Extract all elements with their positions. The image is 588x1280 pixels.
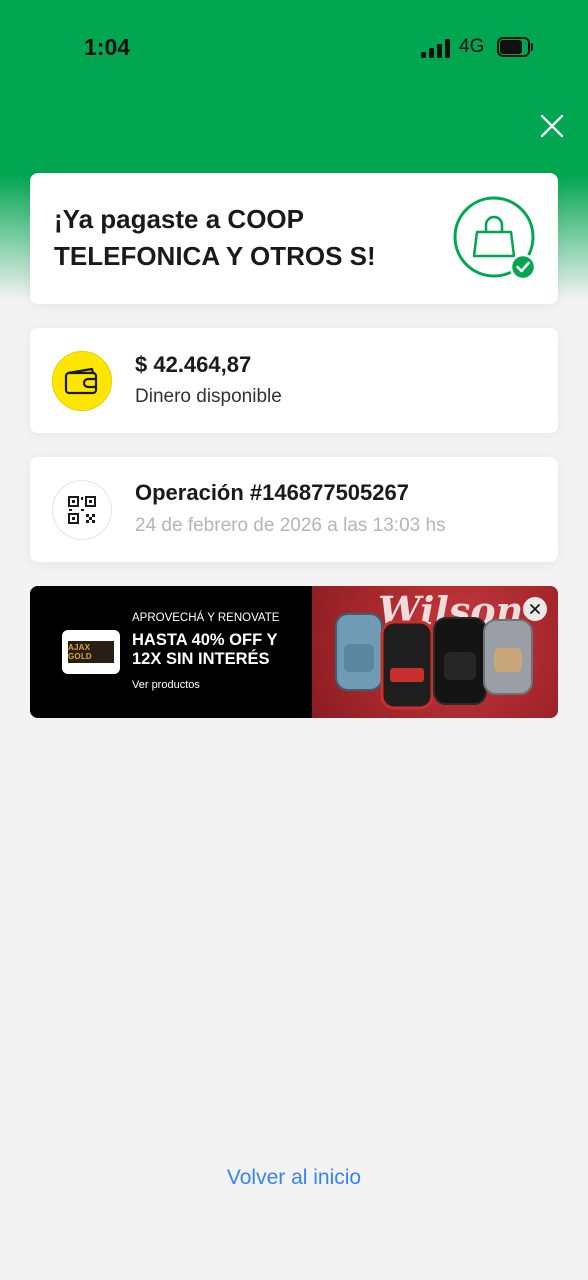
- banner-eyebrow: APROVECHÁ Y RENOVATE: [132, 612, 280, 624]
- banner-product-image: Wilson: [312, 586, 558, 718]
- operation-number: Operación #146877505267: [135, 480, 409, 505]
- banner-close-button[interactable]: [523, 597, 547, 621]
- brand-logo: AJAX GOLD: [62, 630, 120, 674]
- banner-text-panel: AJAX GOLD APROVECHÁ Y RENOVATE HASTA 40%…: [30, 586, 312, 718]
- brand-logo-text: AJAX GOLD: [68, 643, 92, 661]
- balance-amount: $ 42.464,87: [135, 352, 252, 377]
- battery-icon: [497, 37, 533, 57]
- wallet-icon: [52, 351, 112, 411]
- status-time: 1:04: [84, 34, 131, 60]
- promo-banner[interactable]: AJAX GOLD APROVECHÁ Y RENOVATE HASTA 40%…: [30, 586, 558, 718]
- operation-card[interactable]: Operación #146877505267 24 de febrero de…: [30, 457, 558, 562]
- success-title: ¡Ya pagaste a COOP TELEFONICA Y OTROS S!: [54, 204, 376, 271]
- banner-headline: HASTA 40% OFF Y 12X SIN INTERÉS: [132, 631, 278, 668]
- signal-icon: [421, 38, 451, 58]
- banner-cta-link[interactable]: Ver productos: [132, 679, 200, 691]
- qr-code-icon: [52, 480, 112, 540]
- shopping-bag-check-icon: [453, 196, 537, 281]
- network-label: 4G: [459, 36, 485, 57]
- balance-card[interactable]: $ 42.464,87 Dinero disponible: [30, 328, 558, 433]
- operation-date: 24 de febrero de 2026 a las 13:03 hs: [135, 515, 446, 536]
- balance-label: Dinero disponible: [135, 386, 282, 407]
- back-to-home-link[interactable]: Volver al inicio: [0, 1166, 588, 1190]
- close-icon[interactable]: [537, 111, 567, 141]
- status-bar: 1:04 4G: [0, 0, 588, 96]
- payment-success-card: ¡Ya pagaste a COOP TELEFONICA Y OTROS S!: [30, 173, 558, 304]
